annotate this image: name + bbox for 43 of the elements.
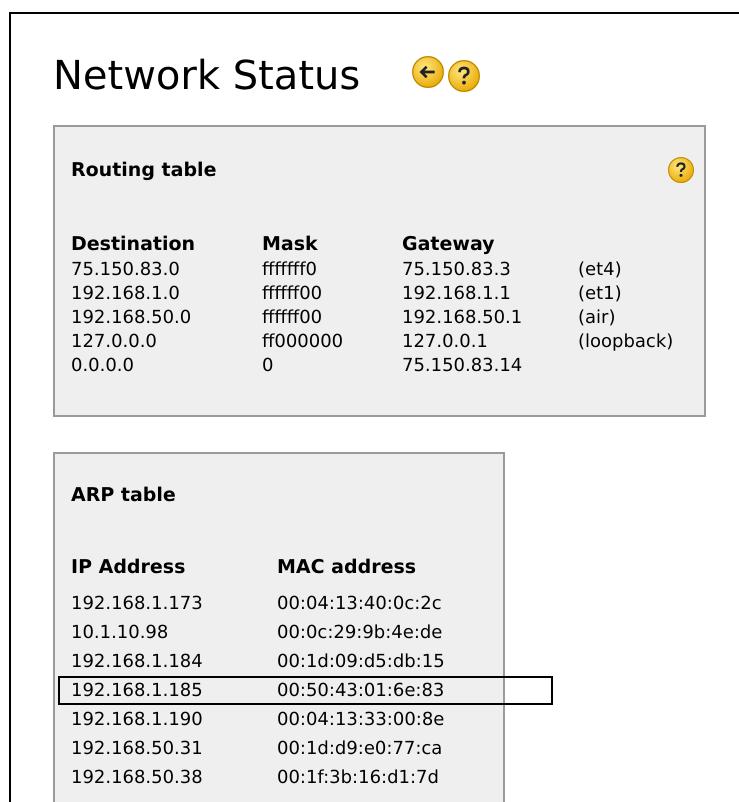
table-cell-text: 192.168.50.38 xyxy=(71,766,204,790)
column-header: Gateway xyxy=(402,232,496,257)
table-cell-text: 0.0.0.0 xyxy=(71,354,135,378)
table-cell-text: 192.168.50.1 xyxy=(402,306,524,330)
column-header: Destination xyxy=(71,232,196,257)
help-icon[interactable] xyxy=(668,157,694,183)
column-header: Mask xyxy=(262,232,319,257)
table-cell-text: 127.0.0.0 xyxy=(71,330,158,354)
table-cell-text: 75.150.83.3 xyxy=(402,258,512,282)
table-cell-text: (et1) xyxy=(578,282,623,306)
table-cell-text: 75.150.83.0 xyxy=(71,258,181,282)
table-cell-text: ff000000 xyxy=(262,330,344,354)
help-icon[interactable] xyxy=(448,60,480,92)
table-cell-text: 00:1f:3b:16:d1:7d xyxy=(277,766,440,790)
table-cell-text: ffffff00 xyxy=(262,306,324,330)
table-cell-text: 192.168.1.1 xyxy=(402,282,512,306)
page-title: Network Status xyxy=(53,52,360,100)
table-cell-text: (air) xyxy=(578,306,616,330)
section-heading: Routing table xyxy=(71,159,216,181)
table-cell-text: fffffff0 xyxy=(262,258,318,282)
table-cell-text: 0 xyxy=(262,354,274,378)
table-cell-text: 192.168.1.173 xyxy=(71,592,204,616)
column-header: MAC address xyxy=(277,555,418,580)
table-cell-text: 75.150.83.14 xyxy=(402,354,524,378)
table-cell-text: 192.168.50.0 xyxy=(71,306,192,330)
table-cell-text: 00:0c:29:9b:4e:de xyxy=(277,621,444,645)
table-cell-text: 127.0.0.1 xyxy=(402,330,489,354)
table-cell-text: 00:04:13:33:00:8e xyxy=(277,708,446,732)
table-cell-text: 00:1d:d9:e0:77:ca xyxy=(277,737,444,761)
table-cell-text: 00:04:13:40:0c:2c xyxy=(277,592,443,616)
table-cell-text: 00:1d:09:d5:db:15 xyxy=(277,650,446,674)
table-cell-text: 192.168.1.185 xyxy=(71,679,204,703)
section-heading: ARP table xyxy=(71,484,177,506)
table-cell-text: (et4) xyxy=(578,258,623,282)
column-header: IP Address xyxy=(71,555,186,580)
table-cell-text: 192.168.1.0 xyxy=(71,282,181,306)
table-cell-text: 00:50:43:01:6e:83 xyxy=(277,679,446,703)
table-cell-text: 192.168.50.31 xyxy=(71,737,204,761)
table-cell-text: 192.168.1.184 xyxy=(71,650,204,674)
table-cell-text: 192.168.1.190 xyxy=(71,708,204,732)
table-cell-text: (loopback) xyxy=(578,330,674,354)
table-cell-text: 10.1.10.98 xyxy=(71,621,170,645)
table-cell-text: ffffff00 xyxy=(262,282,324,306)
